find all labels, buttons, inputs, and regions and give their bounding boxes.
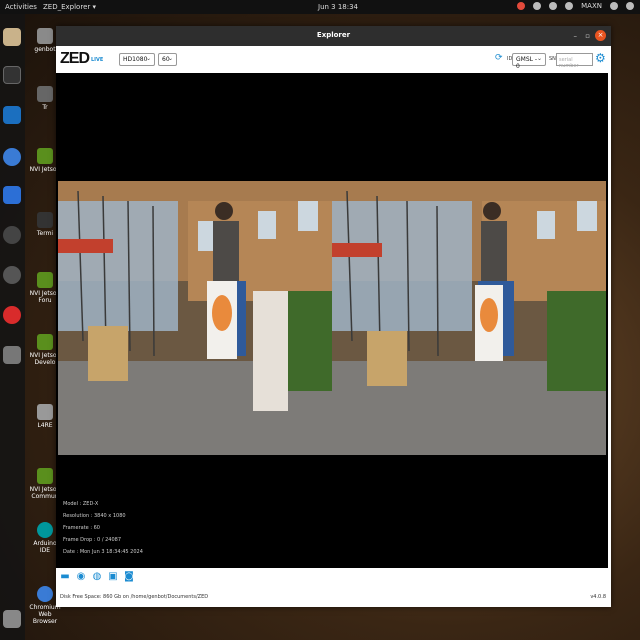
record-icon[interactable]: ▣ bbox=[107, 571, 119, 583]
window-title: Explorer bbox=[316, 31, 351, 39]
right-camera-image bbox=[332, 181, 606, 455]
volume-icon[interactable] bbox=[610, 2, 618, 10]
nvidia-icon bbox=[37, 468, 53, 484]
desktop: Activities ZED_Explorer ▾ Jun 3 18:34 MA… bbox=[0, 0, 640, 640]
depth-icon[interactable]: ◍ bbox=[91, 571, 103, 583]
chevron-down-icon: ⌄ bbox=[167, 55, 173, 62]
window-titlebar[interactable]: Explorer – ▫ × bbox=[56, 26, 611, 46]
explorer-toolbar: ZED LIVE HD1080 ⌄ 60 ⌄ ⟳ ID GMSL - 0 ⌄ S… bbox=[56, 46, 611, 73]
framerate-text: Framerate : 60 bbox=[63, 525, 100, 531]
top-panel: Activities ZED_Explorer ▾ Jun 3 18:34 MA… bbox=[0, 0, 640, 14]
network-icon[interactable] bbox=[533, 2, 542, 10]
nvidia-icon bbox=[37, 272, 53, 288]
desktop-icon-label: Chromium Web Browser bbox=[29, 604, 61, 625]
folder-icon[interactable]: ▬ bbox=[59, 571, 71, 583]
refresh-icon[interactable]: ⟳ bbox=[495, 53, 505, 63]
serial-number-placeholder: serial number bbox=[559, 57, 579, 69]
stream-icon[interactable]: ◉ bbox=[75, 571, 87, 583]
home-folder-icon bbox=[37, 28, 53, 44]
desktop-icon-label: L4RE bbox=[37, 422, 53, 429]
resolution-select[interactable]: HD1080 ⌄ bbox=[119, 53, 155, 66]
dock bbox=[0, 14, 25, 640]
chromium-icon[interactable] bbox=[3, 148, 21, 166]
chevron-down-icon: ⌄ bbox=[145, 55, 151, 62]
terminal-icon[interactable] bbox=[3, 66, 21, 84]
explorer-window: Explorer – ▫ × ZED LIVE HD1080 ⌄ 60 ⌄ ⟳ … bbox=[56, 26, 611, 607]
obs-icon[interactable] bbox=[3, 226, 21, 244]
vscode-icon[interactable] bbox=[3, 106, 21, 124]
power-icon[interactable] bbox=[565, 2, 574, 10]
document-icon bbox=[37, 404, 53, 420]
sn-label: SN bbox=[549, 56, 556, 62]
resolution-text: Resolution : 3840 x 1080 bbox=[63, 513, 126, 519]
zed-explorer-icon[interactable] bbox=[3, 346, 21, 364]
trash-icon bbox=[37, 86, 53, 102]
clock[interactable]: Jun 3 18:34 bbox=[318, 3, 358, 11]
right-camera-feed bbox=[332, 181, 606, 455]
nvidia-icon bbox=[37, 148, 53, 164]
desktop-icon-label: Tr bbox=[42, 104, 48, 111]
serial-number-input[interactable]: serial number bbox=[556, 53, 593, 69]
model-text: Model : ZED-X bbox=[63, 501, 99, 507]
update-icon[interactable] bbox=[3, 306, 21, 324]
left-camera-feed bbox=[58, 181, 332, 455]
app-menu[interactable]: ZED_Explorer ▾ bbox=[43, 3, 96, 11]
camera-id-value: GMSL - 0 bbox=[516, 56, 538, 70]
date-text: Date : Mon Jun 3 18:34:45 2024 bbox=[63, 549, 143, 555]
resolution-value: HD1080 bbox=[123, 56, 148, 63]
version-text: v4.0.8 bbox=[590, 594, 606, 600]
left-camera-image bbox=[58, 181, 332, 455]
minimize-button[interactable]: – bbox=[574, 32, 578, 40]
camera-icon[interactable]: ◙ bbox=[123, 571, 135, 583]
explorer-bottombar: ▬ ◉ ◍ ▣ ◙ Disk Free Space: 860 Gb on /ho… bbox=[56, 568, 611, 607]
desktop-icon-label: Arduino IDE bbox=[33, 540, 57, 554]
bottom-toolbar: ▬ ◉ ◍ ▣ ◙ bbox=[59, 571, 135, 583]
live-label: LIVE bbox=[91, 57, 104, 63]
zed-logo: ZED bbox=[60, 50, 90, 67]
screenshot-icon[interactable] bbox=[3, 186, 21, 204]
files-icon[interactable] bbox=[3, 28, 21, 46]
fps-select[interactable]: 60 ⌄ bbox=[158, 53, 177, 66]
activities-button[interactable]: Activities bbox=[5, 3, 37, 11]
system-menu-icon[interactable] bbox=[626, 2, 634, 10]
nvidia-status-icon[interactable] bbox=[517, 2, 526, 10]
software-icon[interactable] bbox=[3, 266, 21, 284]
camera-info-overlay: Model : ZED-X Resolution : 3840 x 1080 F… bbox=[63, 498, 143, 558]
power-mode-label[interactable]: MAXN bbox=[581, 2, 602, 10]
desktop-icon-label: genbot bbox=[34, 46, 56, 53]
desktop-icon-label: Termi bbox=[36, 230, 54, 237]
terminal-icon bbox=[37, 212, 53, 228]
arduino-icon bbox=[37, 522, 53, 538]
chromium-icon bbox=[37, 586, 53, 602]
show-apps-icon[interactable] bbox=[3, 610, 21, 628]
chevron-down-icon: ⌄ bbox=[536, 55, 542, 62]
system-tray: MAXN bbox=[517, 2, 634, 10]
nvidia-icon bbox=[37, 334, 53, 350]
maximize-button[interactable]: ▫ bbox=[585, 32, 590, 40]
gear-icon[interactable]: ⚙ bbox=[595, 51, 606, 65]
camera-id-select[interactable]: GMSL - 0 ⌄ bbox=[512, 53, 546, 70]
disk-space-text: Disk Free Space: 860 Gb on /home/genbot/… bbox=[60, 594, 209, 600]
bluetooth-icon[interactable] bbox=[549, 2, 558, 10]
video-viewer[interactable]: Model : ZED-X Resolution : 3840 x 1080 F… bbox=[56, 73, 608, 568]
close-button[interactable]: × bbox=[595, 30, 606, 41]
frame-drop-text: Frame Drop : 0 / 24087 bbox=[63, 537, 122, 543]
